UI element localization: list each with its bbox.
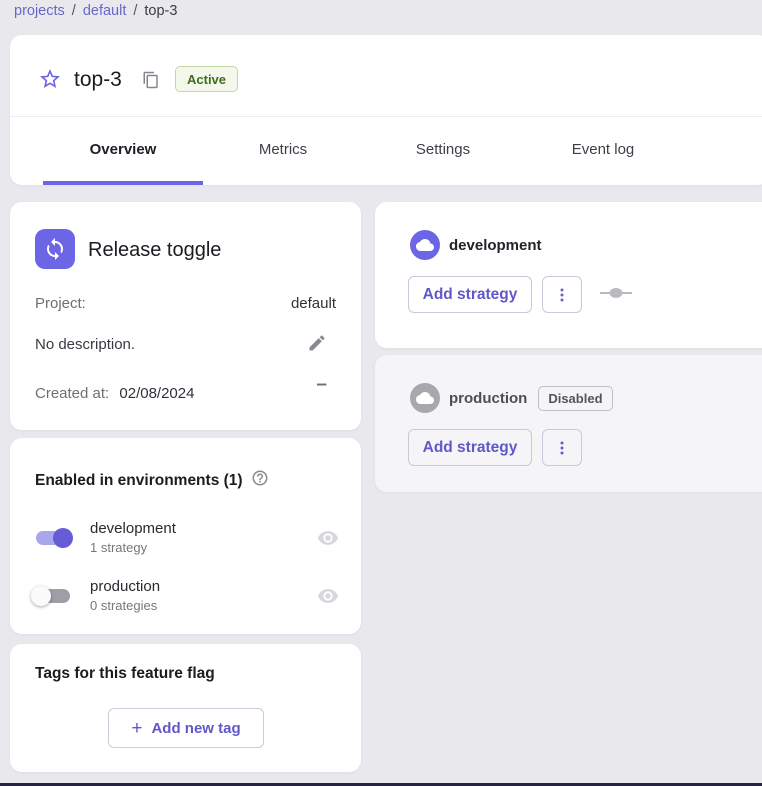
breadcrumb-projects[interactable]: projects	[14, 3, 65, 19]
created-label: Created at:	[35, 385, 109, 402]
environment-strategy-count: 1 strategy	[90, 539, 176, 557]
add-strategy-button[interactable]: Add strategy	[408, 429, 532, 466]
environment-row-development: development 1 strategy	[30, 514, 339, 562]
development-panel-actions: Add strategy	[408, 276, 632, 313]
tags-card: Tags for this feature flag + Add new tag	[10, 644, 361, 772]
copy-icon[interactable]	[142, 71, 160, 89]
production-panel-actions: Add strategy	[408, 429, 582, 466]
feature-flag-page: projects / default / top-3 top-3 Active …	[0, 0, 762, 786]
created-value: 02/08/2024	[119, 385, 194, 402]
cloud-icon	[410, 230, 440, 260]
project-label: Project:	[35, 295, 86, 312]
help-icon[interactable]	[251, 469, 269, 492]
disabled-badge: Disabled	[538, 386, 612, 411]
add-new-tag-label: Add new tag	[151, 720, 240, 737]
flag-overview-card: Release toggle Project: default No descr…	[10, 202, 361, 430]
eye-icon[interactable]	[317, 585, 339, 607]
breadcrumb-separator: /	[72, 3, 76, 19]
collapse-icon[interactable]: –	[316, 374, 327, 396]
breadcrumb-separator: /	[133, 3, 137, 19]
plus-icon: +	[131, 719, 142, 738]
kebab-menu-icon[interactable]	[542, 276, 582, 313]
pencil-icon[interactable]	[307, 333, 327, 353]
environments-heading-text: Enabled in environments (1)	[35, 472, 243, 490]
tab-event-log[interactable]: Event log	[523, 117, 683, 181]
environment-panel-name: production	[449, 390, 527, 407]
development-panel-header: development	[410, 230, 542, 260]
environment-panel-name: development	[449, 237, 542, 254]
production-panel-header: production Disabled	[410, 383, 613, 413]
environment-name: development	[90, 519, 176, 539]
environment-strategy-count: 0 strategies	[90, 597, 160, 615]
enabled-environments-card: Enabled in environments (1) development …	[10, 438, 361, 634]
flag-header-card: top-3 Active Overview Metrics Settings E…	[10, 35, 762, 185]
flag-title: top-3	[74, 68, 122, 92]
environment-name: production	[90, 577, 160, 597]
created-row: Created at: 02/08/2024	[35, 385, 194, 402]
tab-metrics[interactable]: Metrics	[203, 117, 363, 181]
development-toggle[interactable]	[30, 526, 76, 550]
tab-overview[interactable]: Overview	[43, 117, 203, 181]
production-toggle[interactable]	[30, 584, 76, 608]
environment-row-production: production 0 strategies	[30, 572, 339, 620]
environments-heading: Enabled in environments (1)	[35, 469, 269, 492]
line-dot-icon	[600, 286, 632, 304]
development-environment-panel: development Add strategy	[375, 202, 762, 348]
tab-settings[interactable]: Settings	[363, 117, 523, 181]
tags-heading: Tags for this feature flag	[35, 665, 215, 683]
breadcrumb: projects / default / top-3	[14, 3, 177, 19]
active-tab-indicator	[43, 181, 203, 185]
loop-icon	[35, 229, 75, 269]
project-value: default	[291, 295, 336, 312]
kebab-menu-icon[interactable]	[542, 429, 582, 466]
cloud-icon	[410, 383, 440, 413]
production-environment-panel: production Disabled Add strategy	[375, 355, 762, 492]
flag-type-title: Release toggle	[88, 239, 221, 262]
breadcrumb-default[interactable]: default	[83, 3, 127, 19]
favorite-star-icon[interactable]	[38, 67, 62, 91]
status-badge: Active	[175, 66, 238, 92]
flag-description: No description.	[35, 336, 135, 353]
add-strategy-button[interactable]: Add strategy	[408, 276, 532, 313]
breadcrumb-current: top-3	[144, 3, 177, 19]
add-new-tag-button[interactable]: + Add new tag	[108, 708, 264, 748]
tab-bar: Overview Metrics Settings Event log	[43, 117, 683, 181]
project-row: Project: default	[35, 295, 336, 312]
eye-icon[interactable]	[317, 527, 339, 549]
